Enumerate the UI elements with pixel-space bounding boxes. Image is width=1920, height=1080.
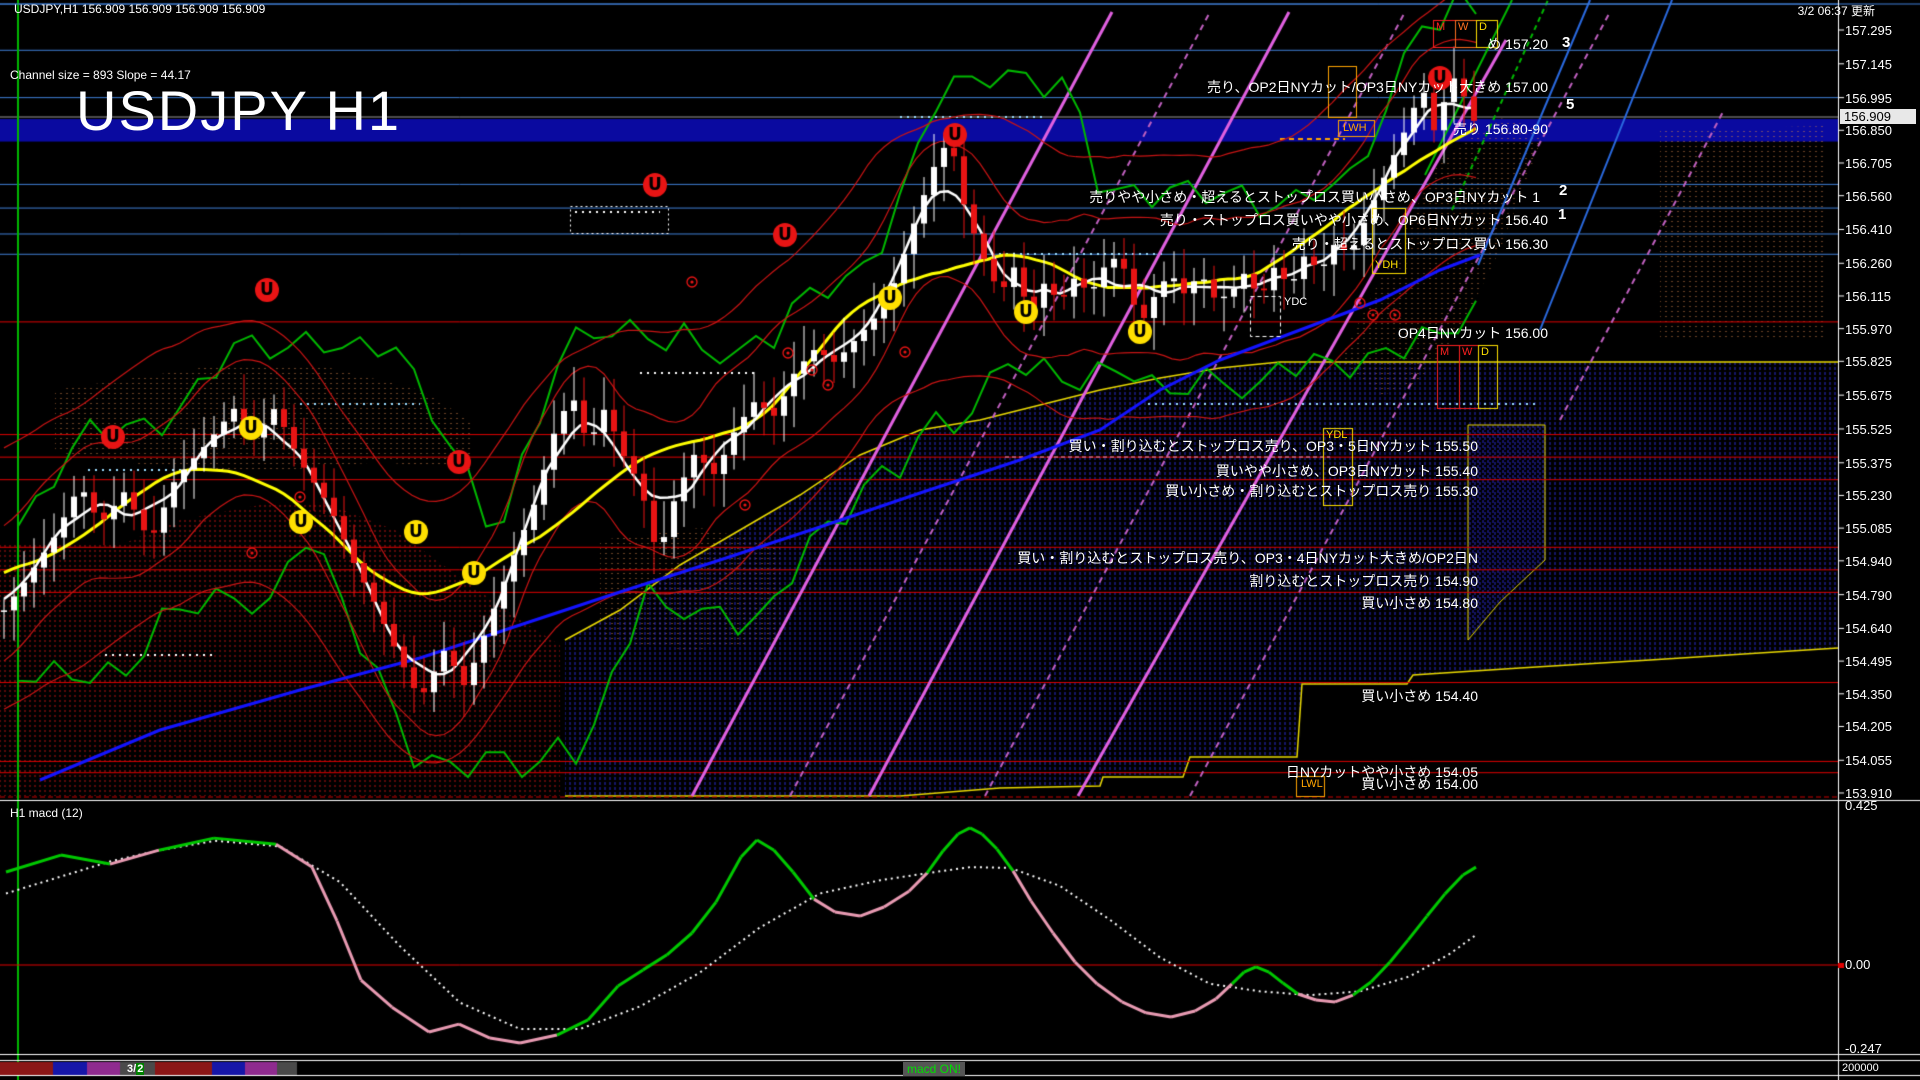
annotation: 売り、OP2日NYカット/OP3日NYカット大きめ 157.00 <box>1207 77 1548 97</box>
channel-number: 5 <box>1566 96 1574 113</box>
price-axis-label: 154.640 <box>1845 621 1892 636</box>
range-box-label: YDH <box>1375 259 1398 271</box>
range-box-label: LWL <box>1301 778 1323 790</box>
annotation: 買い・割り込むとストップロス売り、OP3・5日NYカット 155.50 <box>1069 436 1478 456</box>
annotation: め 157.20 <box>1487 34 1548 54</box>
range-box-label: W <box>1458 21 1468 33</box>
annotation: OP4日NYカット 156.00 <box>1398 323 1548 343</box>
channel-number: 3 <box>1562 34 1570 51</box>
price-axis-label: 157.295 <box>1845 23 1892 38</box>
date-month: 3/ <box>127 1063 136 1075</box>
channel-number: 2 <box>1559 182 1567 199</box>
macd-scale-min: -0.247 <box>1845 1041 1882 1056</box>
channel-number: 1 <box>1558 206 1566 223</box>
range-box-label: M <box>1436 21 1445 33</box>
mt4-chart-window: USDJPY,H1 156.909 156.909 156.909 156.90… <box>0 0 1920 1080</box>
macd-scale-zero: 0.00 <box>1845 957 1870 972</box>
price-axis-label: 154.205 <box>1845 719 1892 734</box>
macd-toggle-button[interactable]: macd ON! <box>903 1062 965 1076</box>
current-price-tag: 156.909 <box>1840 109 1916 124</box>
annotation: 売り 156.80-90 <box>1453 119 1548 139</box>
price-axis-label: 154.940 <box>1845 554 1892 569</box>
chart-canvas[interactable] <box>0 0 1920 1080</box>
price-axis-label: 154.350 <box>1845 687 1892 702</box>
price-axis-label: 155.230 <box>1845 488 1892 503</box>
price-axis-label: 154.495 <box>1845 654 1892 669</box>
price-axis-label: 156.995 <box>1845 91 1892 106</box>
volume-readout: 200000 <box>1842 1062 1879 1074</box>
annotation: 買い・割り込むとストップロス売り、OP3・4日NYカット大きめ/OP2日N <box>1017 548 1478 568</box>
annotation: 買い小さめ 154.80 <box>1361 593 1478 613</box>
price-axis-label: 155.525 <box>1845 422 1892 437</box>
range-box-label: LWH <box>1343 122 1367 134</box>
date-separator-label: 3/2 <box>127 1063 144 1075</box>
range-box-label: D <box>1481 346 1489 358</box>
price-axis-label: 153.910 <box>1845 786 1892 801</box>
annotation: 買い小さめ・割り込むとストップロス売り 155.30 <box>1165 481 1478 501</box>
price-axis-label: 156.115 <box>1845 289 1891 304</box>
range-box-label: YDL <box>1326 429 1347 441</box>
price-axis-label: 156.410 <box>1845 222 1892 237</box>
symbol-watermark: USDJPY H1 <box>76 78 401 143</box>
range-box-label: M <box>1440 346 1449 358</box>
price-axis-label: 156.560 <box>1845 189 1892 204</box>
annotation: 売りやや小さめ・超えるとストップロス買い小さめ、OP3日NYカット 1 <box>1089 187 1540 207</box>
annotation: 売り・ストップロス買いやや小さめ、OP6日NYカット 156.40 <box>1160 210 1548 230</box>
last-update-timestamp: 3/2 06:37 更新 <box>1798 2 1875 19</box>
price-axis-label: 157.145 <box>1845 57 1892 72</box>
symbol-ohlc-readout: USDJPY,H1 156.909 156.909 156.909 156.90… <box>14 2 265 16</box>
annotation: 買い小さめ 154.00 <box>1361 774 1478 794</box>
price-axis-label: 155.375 <box>1845 456 1892 471</box>
date-day: 2 <box>136 1063 144 1075</box>
price-axis-label: 155.675 <box>1845 388 1892 403</box>
price-axis-label: 155.085 <box>1845 521 1892 536</box>
range-box-label: YDC <box>1284 296 1307 308</box>
price-axis-label: 154.055 <box>1845 753 1892 768</box>
annotation: 割り込むとストップロス売り 154.90 <box>1249 571 1478 591</box>
annotation: 買い小さめ 154.40 <box>1361 686 1478 706</box>
price-axis-label: 156.705 <box>1845 156 1892 171</box>
macd-indicator-label: H1 macd (12) <box>10 806 83 820</box>
annotation: 売り・超えるとストップロス買い 156.30 <box>1292 234 1548 254</box>
range-box-label: D <box>1479 21 1487 33</box>
price-axis-label: 154.790 <box>1845 588 1892 603</box>
price-axis-label: 155.970 <box>1845 322 1892 337</box>
price-axis-label: 156.260 <box>1845 256 1892 271</box>
price-axis-label: 156.850 <box>1845 123 1892 138</box>
price-axis-label: 155.825 <box>1845 354 1892 369</box>
range-box-label: W <box>1462 346 1472 358</box>
annotation: 買いやや小さめ、OP3日NYカット 155.40 <box>1216 461 1478 481</box>
